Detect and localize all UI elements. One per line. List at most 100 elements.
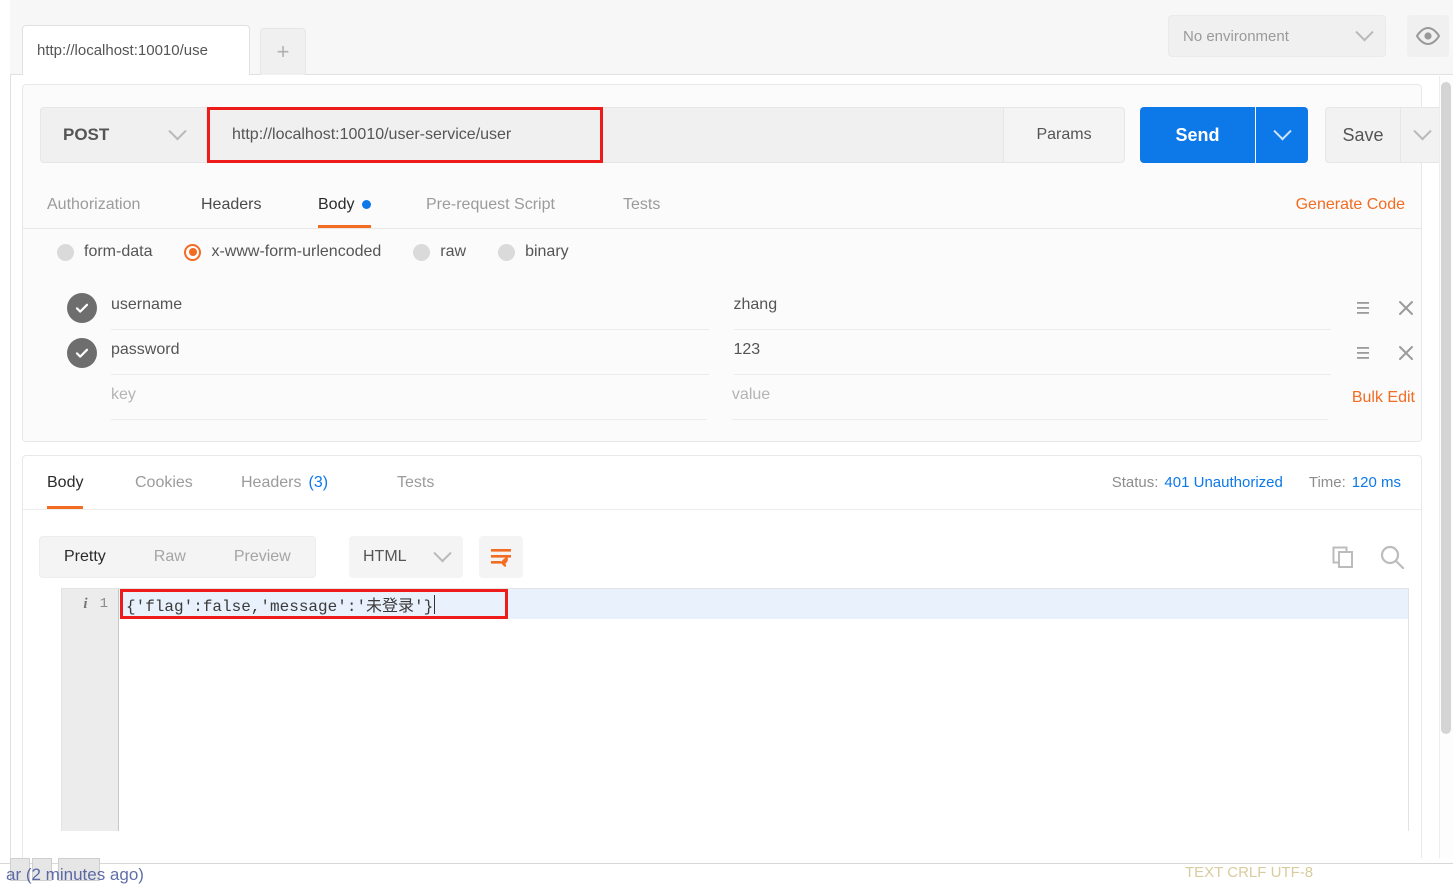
eye-icon [1415,27,1441,45]
radio-selected-icon [184,243,202,261]
line-number: 1 [99,596,108,612]
table-row: password 123 [45,330,1415,375]
tab-headers[interactable]: Headers [201,181,261,228]
row-enabled-checkbox-empty[interactable] [67,383,97,413]
editor-code-area[interactable]: {'flag':false,'message':'未登录'} [120,589,1408,831]
response-tab-headers[interactable]: Headers (3) [241,456,328,509]
key-input-value: username [111,296,183,313]
request-panel: POST http://localhost:10010/user-service… [22,84,1445,442]
environment-select[interactable]: No environment [1168,15,1386,57]
chevron-down-icon [168,121,187,140]
key-input[interactable]: username [111,285,709,330]
save-button[interactable]: Save [1325,107,1401,163]
row-menu-icon[interactable] [1355,345,1371,361]
radio-icon [498,243,516,261]
word-wrap-icon [491,549,511,567]
response-tab-cookies[interactable]: Cookies [135,456,193,509]
row-enabled-checkbox[interactable] [67,292,97,323]
time-value: 120 ms [1351,474,1401,491]
environment-quick-look-button[interactable] [1407,15,1449,57]
body-type-form-data-label: form-data [84,243,153,260]
background-text-left: ar (2 minutes ago) [6,865,144,884]
check-icon [75,348,89,358]
value-input[interactable]: zhang [733,285,1331,330]
row-menu-icon[interactable] [1355,300,1371,316]
params-button[interactable]: Params [1003,107,1125,163]
search-icon[interactable] [1379,544,1405,570]
key-input[interactable]: key [111,375,707,420]
response-body-toolbar: Pretty Raw Preview HTML [39,536,1405,578]
http-method-select[interactable]: POST [40,107,207,163]
body-type-raw[interactable]: raw [413,243,466,261]
tab-body[interactable]: Body [318,181,372,228]
request-tab-label: http://localhost:10010/use [37,42,208,59]
body-key-value-table: username zhang password 123 key value Bu… [45,285,1415,420]
generate-code-link[interactable]: Generate Code [1296,181,1405,228]
save-button-label: Save [1342,124,1384,145]
response-tabs: Body Cookies Headers (3) Tests Status: 4… [23,456,1421,510]
response-tab-tests[interactable]: Tests [397,456,434,509]
generate-code-label: Generate Code [1295,195,1405,213]
url-input-value: http://localhost:10010/user-service/user [232,126,512,143]
response-body-editor[interactable]: i 1 {'flag':false,'message':'未登录'} [61,588,1409,831]
remove-row-icon[interactable] [1397,344,1415,362]
gutter-line: i 1 [62,589,118,619]
info-icon[interactable]: i [83,596,87,613]
background-window-strip: ar (2 minutes ago) TEXT CRLF UTF-8 [0,858,1453,886]
vertical-scrollbar-thumb[interactable] [1441,82,1451,734]
tab-tests[interactable]: Tests [623,181,660,228]
url-row: POST http://localhost:10010/user-service… [40,107,1445,163]
chevron-down-icon [1355,22,1374,41]
params-button-label: Params [1036,126,1092,143]
remove-row-icon[interactable] [1397,299,1415,317]
response-view-mode-group: Pretty Raw Preview [39,536,316,578]
response-tab-body[interactable]: Body [47,456,84,509]
request-tab[interactable]: http://localhost:10010/use [22,25,250,75]
row-enabled-checkbox[interactable] [67,337,97,368]
chevron-down-icon [433,543,452,562]
value-input[interactable]: value [731,375,1328,420]
tab-pre-request-script[interactable]: Pre-request Script [426,181,555,228]
chevron-down-icon [1272,121,1292,140]
row-actions [1355,299,1415,317]
background-text-right: TEXT CRLF UTF-8 [1185,864,1314,881]
send-options-button[interactable] [1256,107,1308,163]
response-tool-actions [1331,536,1405,578]
time-badge: Time: 120 ms [1309,474,1401,491]
check-icon [75,303,89,313]
word-wrap-button[interactable] [479,536,523,578]
url-input-filler[interactable] [603,107,1003,163]
body-modified-dot-icon [362,200,372,209]
value-input-placeholder: value [731,386,771,403]
body-type-form-data[interactable]: form-data [57,243,152,261]
body-type-binary-label: binary [525,243,569,260]
body-type-binary[interactable]: binary [498,243,569,261]
response-format-select[interactable]: HTML [349,536,463,578]
status-badge: Status: 401 Unauthorized [1112,474,1283,491]
url-input[interactable]: http://localhost:10010/user-service/user [207,107,603,163]
send-button[interactable]: Send [1140,107,1255,163]
body-type-urlencoded[interactable]: x-www-form-urlencoded [184,243,381,261]
value-input[interactable]: 123 [733,330,1331,375]
new-tab-button[interactable]: + [260,28,306,75]
bulk-edit-link[interactable]: Bulk Edit [1352,389,1415,407]
http-method-label: POST [63,125,110,144]
response-headers-count: (3) [308,473,329,491]
tab-authorization[interactable]: Authorization [47,181,140,228]
view-mode-raw[interactable]: Raw [130,537,210,577]
request-tabs: Authorization Headers Body Pre-request S… [23,181,1421,229]
tab-authorization-label: Authorization [47,195,141,213]
tab-strip: http://localhost:10010/use + No environm… [10,0,1453,75]
value-input-value: zhang [733,296,778,313]
response-meta: Status: 401 Unauthorized Time: 120 ms [1086,456,1401,509]
key-input[interactable]: password [111,330,709,375]
response-panel: Body Cookies Headers (3) Tests Status: 4… [22,455,1422,865]
row-actions [1355,344,1415,362]
copy-icon[interactable] [1331,545,1355,569]
status-label: Status: [1111,474,1159,491]
view-mode-pretty[interactable]: Pretty [40,537,130,577]
body-type-radio-group: form-data x-www-form-urlencoded raw bina… [57,243,601,261]
radio-icon [57,243,74,261]
bulk-edit-label: Bulk Edit [1351,388,1415,406]
view-mode-preview[interactable]: Preview [210,537,315,577]
